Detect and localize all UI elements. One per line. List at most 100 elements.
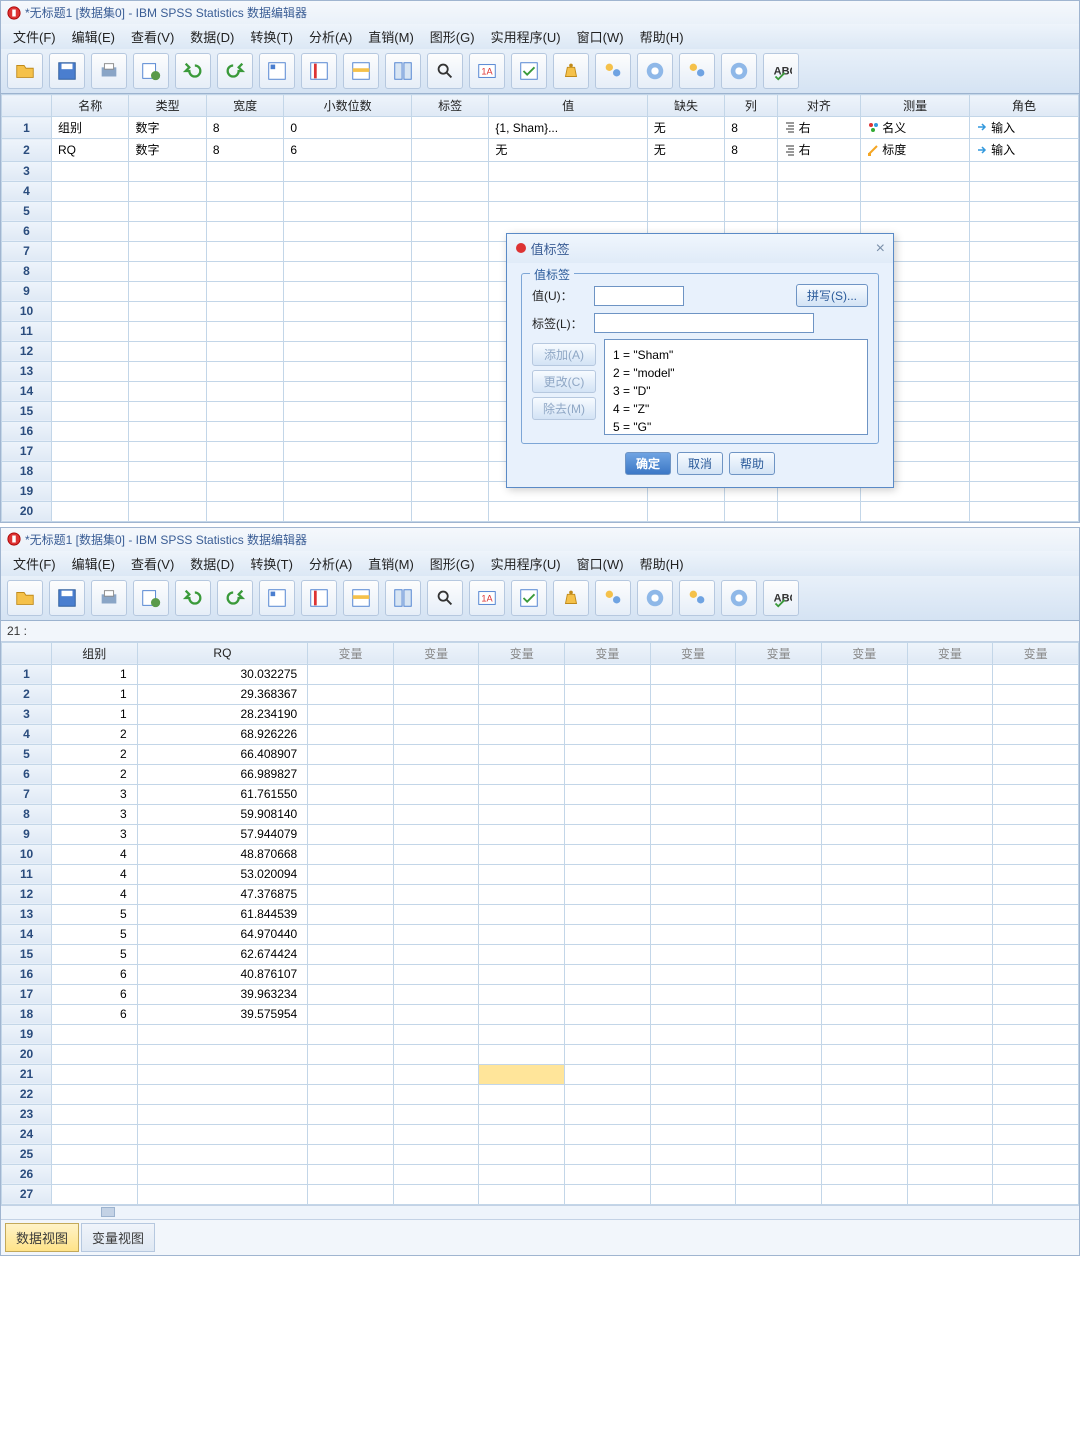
- menu-item[interactable]: 帮助(H): [632, 28, 692, 47]
- row-number[interactable]: 26: [2, 1164, 52, 1184]
- data-row-empty[interactable]: 19: [2, 1024, 1079, 1044]
- value-label-item[interactable]: 3 = "D": [613, 382, 859, 400]
- row-number[interactable]: 22: [2, 1084, 52, 1104]
- menu-item[interactable]: 帮助(H): [632, 555, 692, 574]
- data-row-empty[interactable]: 21: [2, 1064, 1079, 1084]
- menu-item[interactable]: 实用程序(U): [483, 28, 569, 47]
- data-row-empty[interactable]: 20: [2, 1044, 1079, 1064]
- column-header[interactable]: 名称: [52, 95, 129, 117]
- data-row[interactable]: 1130.032275: [2, 664, 1079, 684]
- column-header[interactable]: 变量: [736, 642, 822, 664]
- row-number[interactable]: 5: [2, 201, 52, 221]
- goto-icon[interactable]: [259, 53, 295, 89]
- select-cases-icon[interactable]: [511, 580, 547, 616]
- data-row-empty[interactable]: 25: [2, 1144, 1079, 1164]
- menu-item[interactable]: 数据(D): [182, 28, 242, 47]
- redo-icon[interactable]: [217, 53, 253, 89]
- row-number[interactable]: 8: [2, 804, 52, 824]
- tab-data-view[interactable]: 数据视图: [5, 1223, 79, 1252]
- menu-item[interactable]: 直销(M): [360, 555, 422, 574]
- column-header[interactable]: 变量: [993, 642, 1079, 664]
- data-row[interactable]: 2129.368367: [2, 684, 1079, 704]
- label-input[interactable]: [594, 313, 814, 333]
- column-header[interactable]: 对齐: [777, 95, 861, 117]
- row-number[interactable]: 6: [2, 221, 52, 241]
- column-header[interactable]: 值: [489, 95, 647, 117]
- data-view-grid[interactable]: 组别RQ变量变量变量变量变量变量变量变量变量 1130.0322752129.3…: [1, 642, 1079, 1205]
- goto-icon[interactable]: [259, 580, 295, 616]
- menu-item[interactable]: 分析(A): [301, 555, 360, 574]
- menu-item[interactable]: 图形(G): [422, 28, 483, 47]
- horizontal-scrollbar[interactable]: [1, 1205, 1079, 1219]
- variable-row-empty[interactable]: 20: [2, 501, 1079, 521]
- menu-item[interactable]: 转换(T): [242, 555, 301, 574]
- spellcheck-button[interactable]: 拼写(S)...: [796, 284, 868, 307]
- row-number[interactable]: 4: [2, 181, 52, 201]
- menu-item[interactable]: 文件(F): [5, 555, 64, 574]
- data-row[interactable]: 13561.844539: [2, 904, 1079, 924]
- weight-cases-icon[interactable]: [553, 53, 589, 89]
- data-row-empty[interactable]: 26: [2, 1164, 1079, 1184]
- column-header[interactable]: 角色: [970, 95, 1079, 117]
- value-labels-listbox[interactable]: 1 = "Sham"2 = "model"3 = "D"4 = "Z"5 = "…: [604, 339, 868, 435]
- row-number[interactable]: 25: [2, 1144, 52, 1164]
- print-icon[interactable]: [91, 580, 127, 616]
- data-row[interactable]: 12447.376875: [2, 884, 1079, 904]
- column-header[interactable]: 列: [725, 95, 777, 117]
- spellcheck-icon[interactable]: ABC: [763, 580, 799, 616]
- weight-cases-icon[interactable]: [553, 580, 589, 616]
- row-number[interactable]: 17: [2, 984, 52, 1004]
- run-icon[interactable]: [721, 580, 757, 616]
- menu-item[interactable]: 文件(F): [5, 28, 64, 47]
- open-icon[interactable]: [7, 580, 43, 616]
- data-row[interactable]: 11453.020094: [2, 864, 1079, 884]
- menu-item[interactable]: 转换(T): [242, 28, 301, 47]
- row-number[interactable]: 18: [2, 1004, 52, 1024]
- row-number[interactable]: 20: [2, 1044, 52, 1064]
- row-number[interactable]: 11: [2, 864, 52, 884]
- column-header[interactable]: 变量: [821, 642, 907, 664]
- change-button[interactable]: 更改(C): [532, 370, 596, 393]
- column-header[interactable]: RQ: [137, 642, 308, 664]
- menu-item[interactable]: 编辑(E): [64, 28, 123, 47]
- row-number[interactable]: 12: [2, 884, 52, 904]
- data-row-empty[interactable]: 24: [2, 1124, 1079, 1144]
- column-header[interactable]: 变量: [308, 642, 394, 664]
- variable-row-empty[interactable]: 4: [2, 181, 1079, 201]
- insert-case-icon[interactable]: [343, 580, 379, 616]
- value-input[interactable]: [594, 286, 684, 306]
- row-number[interactable]: 10: [2, 844, 52, 864]
- data-row[interactable]: 17639.963234: [2, 984, 1079, 1004]
- data-row[interactable]: 18639.575954: [2, 1004, 1079, 1024]
- add-button[interactable]: 添加(A): [532, 343, 596, 366]
- column-header[interactable]: 变量: [907, 642, 993, 664]
- row-number[interactable]: 18: [2, 461, 52, 481]
- remove-button[interactable]: 除去(M): [532, 397, 596, 420]
- save-icon[interactable]: [49, 580, 85, 616]
- run-icon[interactable]: [637, 53, 673, 89]
- print-icon[interactable]: [91, 53, 127, 89]
- column-header[interactable]: 变量: [393, 642, 479, 664]
- data-row[interactable]: 8359.908140: [2, 804, 1079, 824]
- menu-item[interactable]: 数据(D): [182, 555, 242, 574]
- row-number[interactable]: 19: [2, 1024, 52, 1044]
- data-row[interactable]: 14564.970440: [2, 924, 1079, 944]
- row-number[interactable]: 17: [2, 441, 52, 461]
- menu-item[interactable]: 窗口(W): [569, 555, 632, 574]
- column-header[interactable]: 宽度: [206, 95, 283, 117]
- value-label-item[interactable]: 4 = "Z": [613, 400, 859, 418]
- menu-item[interactable]: 查看(V): [123, 28, 182, 47]
- ok-button[interactable]: 确定: [625, 452, 671, 475]
- row-number[interactable]: 4: [2, 724, 52, 744]
- find-icon[interactable]: [427, 53, 463, 89]
- tab-variable-view[interactable]: 变量视图: [81, 1223, 155, 1252]
- column-header[interactable]: 变量: [565, 642, 651, 664]
- row-number[interactable]: 21: [2, 1064, 52, 1084]
- undo-icon[interactable]: [175, 53, 211, 89]
- row-number[interactable]: 1: [2, 664, 52, 684]
- column-header[interactable]: 小数位数: [284, 95, 412, 117]
- variable-row-empty[interactable]: 3: [2, 161, 1079, 181]
- data-row[interactable]: 15562.674424: [2, 944, 1079, 964]
- row-number[interactable]: 23: [2, 1104, 52, 1124]
- split-file-icon[interactable]: [385, 580, 421, 616]
